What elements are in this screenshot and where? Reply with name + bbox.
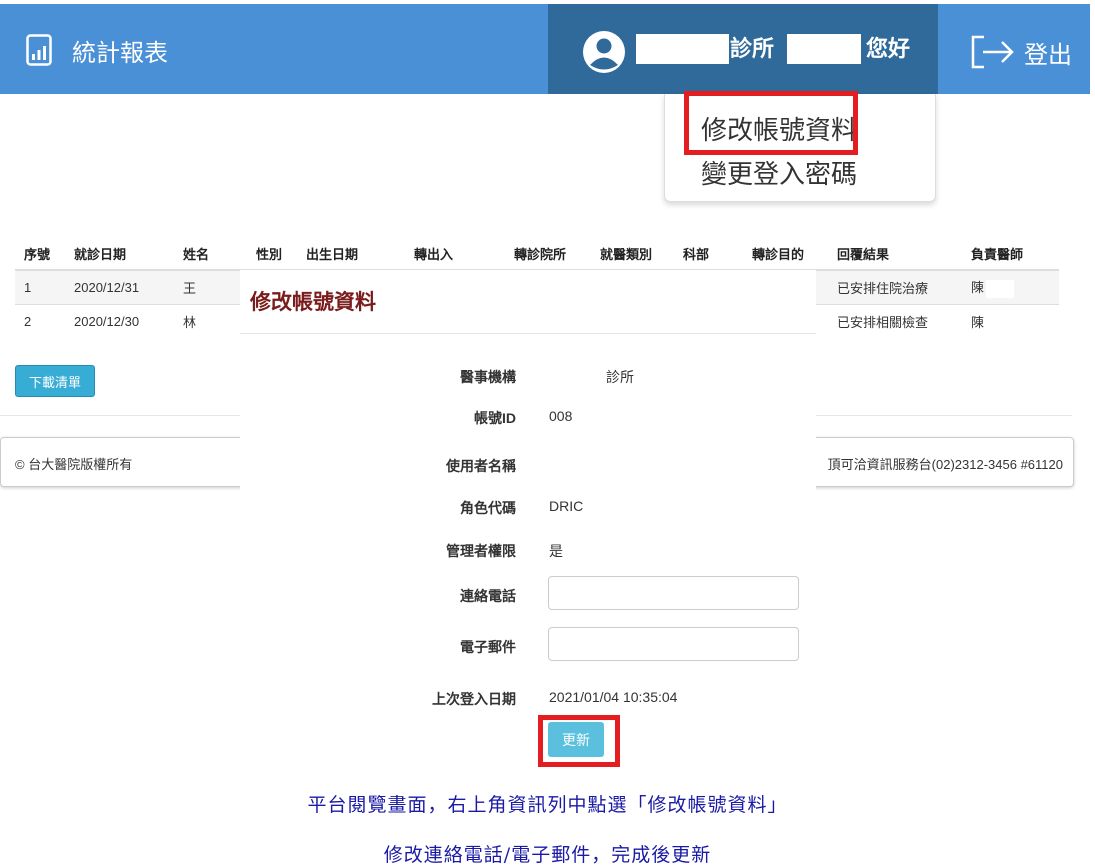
support-contact-text: 頂可洽資訊服務台(02)2312-3456 #61120 — [827, 457, 1063, 472]
download-list-button[interactable]: 下載清單 — [15, 365, 95, 397]
cell-name: 林 — [174, 303, 247, 338]
user-avatar-icon — [583, 31, 625, 73]
copyright-text: © 台大醫院版權所有 — [15, 457, 133, 472]
field-label: 電子郵件 — [460, 639, 516, 655]
table-header-row: 序號 就診日期 姓名 性別 出生日期 轉出入 轉診院所 就醫類別 科部 轉診目的… — [15, 237, 1059, 271]
cell-number: 1 — [15, 269, 65, 304]
cell-date: 2020/12/31 — [65, 269, 174, 304]
brand-title: 統計報表 — [72, 39, 168, 67]
cell-doctor: 陳 — [962, 303, 1059, 338]
cell-doctor: 陳 — [962, 269, 1059, 304]
phone-input[interactable] — [548, 576, 799, 610]
column-header: 出生日期 — [297, 237, 405, 271]
column-header: 性別 — [247, 237, 297, 271]
report-chart-icon — [26, 34, 52, 66]
instruction-caption: 平台閱覽畫面，右上角資訊列中點選「修改帳號資料」 — [307, 794, 788, 816]
field-value-account-id: 008 — [549, 408, 573, 424]
redacted-block — [636, 34, 729, 64]
logout-label: 登出 — [1024, 41, 1072, 69]
edit-account-modal: 修改帳號資料 醫事機構 診所 帳號ID 008 使用者名稱 角色代碼 DRIC … — [240, 270, 816, 767]
cell-number: 2 — [15, 303, 65, 338]
field-label: 上次登入日期 — [432, 691, 516, 707]
doctor-name: 陳 — [971, 279, 985, 295]
menu-item-change-password[interactable]: 變更登入密碼 — [701, 154, 857, 191]
brand-link[interactable]: 統計報表 — [26, 30, 168, 70]
field-label: 醫事機構 — [460, 369, 516, 385]
cell-result: 已安排住院治療 — [828, 269, 962, 304]
field-value-institution: 診所 — [606, 369, 634, 385]
column-header: 負責醫師 — [962, 237, 1059, 271]
user-menu-toggle[interactable]: 診所 您好 — [548, 4, 938, 94]
highlight-box — [538, 715, 620, 767]
column-header: 轉出入 — [405, 237, 505, 271]
cell-name: 王 — [174, 269, 247, 304]
column-header: 轉診院所 — [505, 237, 591, 271]
redacted-block — [986, 279, 1015, 298]
logout-icon — [971, 35, 1014, 69]
column-header: 序號 — [15, 237, 65, 271]
column-header: 科部 — [674, 237, 743, 271]
column-header: 姓名 — [174, 237, 247, 271]
logout-button[interactable]: 登出 — [970, 32, 1072, 72]
email-input[interactable] — [548, 627, 799, 661]
column-header: 就診日期 — [65, 237, 174, 271]
modal-title: 修改帳號資料 — [250, 291, 376, 314]
field-label: 使用者名稱 — [446, 458, 516, 474]
highlight-box — [684, 91, 858, 155]
column-header: 回覆結果 — [828, 237, 962, 271]
user-greeting: 您好 — [866, 36, 911, 61]
column-header: 就醫類別 — [591, 237, 674, 271]
cell-result: 已安排相關檢查 — [828, 303, 962, 338]
field-label: 角色代碼 — [460, 500, 516, 516]
top-navbar: 統計報表 診所 您好 登出 — [0, 4, 1090, 94]
field-label: 帳號ID — [474, 410, 516, 426]
cell-date: 2020/12/30 — [65, 303, 174, 338]
user-clinic-label: 診所 — [730, 36, 775, 61]
instruction-caption: 修改連絡電話/電子郵件，完成後更新 — [383, 844, 712, 866]
redacted-block — [787, 34, 861, 64]
modal-header: 修改帳號資料 — [240, 270, 816, 334]
field-label: 管理者權限 — [446, 543, 516, 559]
column-header: 轉診目的 — [743, 237, 828, 271]
field-value-last-login: 2021/01/04 10:35:04 — [549, 689, 678, 705]
field-value-role-code: DRIC — [549, 498, 584, 514]
field-label: 連絡電話 — [460, 588, 516, 604]
field-value-admin: 是 — [549, 543, 563, 559]
